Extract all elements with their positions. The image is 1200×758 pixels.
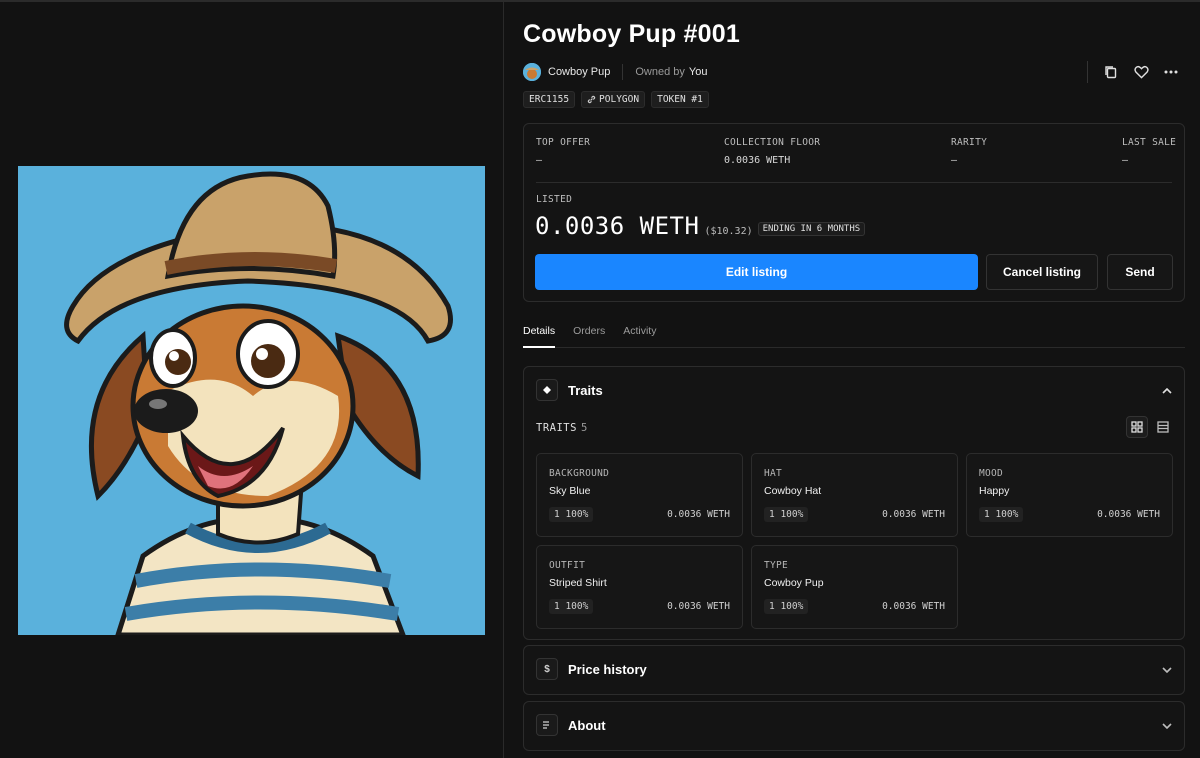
listing-price-row: 0.0036 WETH ($10.32) ENDING IN 6 MONTHS xyxy=(535,212,866,240)
traits-panel-title: Traits xyxy=(568,382,603,398)
detail-tabs: Details Orders Activity xyxy=(523,323,1185,348)
trait-count: 1 100% xyxy=(764,599,809,614)
traits-count: TRAITS 5 xyxy=(536,422,588,434)
trait-count: 1 100% xyxy=(549,507,594,522)
listed-label: LISTED xyxy=(536,194,573,205)
meta-divider xyxy=(622,64,624,80)
tab-details[interactable]: Details xyxy=(523,323,556,348)
chevron-down-icon[interactable] xyxy=(1160,663,1174,677)
listing-card: TOP OFFER – COLLECTION FLOOR 0.0036 WETH… xyxy=(523,123,1185,302)
collection-avatar[interactable] xyxy=(523,63,541,81)
list-view-icon[interactable] xyxy=(1152,416,1174,438)
traits-count-label: TRAITS xyxy=(536,422,577,434)
stat-label: TOP OFFER xyxy=(536,137,591,148)
listing-price: 0.0036 WETH xyxy=(535,212,700,240)
send-button[interactable]: Send xyxy=(1107,254,1173,290)
grid-view-icon[interactable] xyxy=(1126,416,1148,438)
owner-link[interactable]: You xyxy=(689,66,708,78)
chevron-up-icon[interactable] xyxy=(1160,384,1174,398)
trait-value: Cowboy Pup xyxy=(764,577,824,589)
stat-value: – xyxy=(536,155,543,166)
stat-label: COLLECTION FLOOR xyxy=(724,137,821,148)
trait-floor: 0.0036 WETH xyxy=(882,509,945,520)
copy-icon[interactable] xyxy=(1096,60,1126,84)
actions-divider xyxy=(1087,61,1088,83)
diamond-icon xyxy=(536,379,558,401)
token-id-badge: TOKEN #1 xyxy=(651,91,709,108)
stat-value: – xyxy=(1122,155,1129,166)
traits-count-number: 5 xyxy=(580,422,588,434)
link-icon xyxy=(587,95,596,104)
dollar-icon: $ xyxy=(536,658,558,680)
standard-badge: ERC1155 xyxy=(523,91,576,108)
listing-expiry-badge: ENDING IN 6 MONTHS xyxy=(757,222,866,236)
trait-card[interactable]: OUTFIT Striped Shirt 1 100% 0.0036 WETH xyxy=(536,545,743,629)
detail-pane: Cowboy Pup #001 Cowboy Pup Owned by You … xyxy=(505,2,1200,758)
trait-card[interactable]: MOOD Happy 1 100% 0.0036 WETH xyxy=(966,453,1173,537)
trait-value: Sky Blue xyxy=(549,485,591,497)
traits-panel: Traits TRAITS 5 BACKGROUND Sky Blue 1 100… xyxy=(523,366,1185,640)
tab-activity[interactable]: Activity xyxy=(623,323,656,347)
chevron-down-icon[interactable] xyxy=(1160,719,1174,733)
item-meta: Cowboy Pup Owned by You xyxy=(523,62,707,82)
traits-panel-header[interactable]: Traits xyxy=(536,379,603,401)
trait-floor: 0.0036 WETH xyxy=(667,601,730,612)
stat-label: RARITY xyxy=(951,137,988,148)
heart-icon[interactable] xyxy=(1126,60,1156,84)
edit-listing-button[interactable]: Edit listing xyxy=(535,254,978,290)
cancel-listing-button[interactable]: Cancel listing xyxy=(986,254,1098,290)
top-offer-stat: TOP OFFER – xyxy=(536,137,590,166)
trait-floor: 0.0036 WETH xyxy=(667,509,730,520)
listing-price-usd: ($10.32) xyxy=(704,226,753,237)
price-history-header[interactable]: $ Price history xyxy=(536,658,647,680)
collection-floor-stat: COLLECTION FLOOR 0.0036 WETH xyxy=(724,137,820,166)
more-icon[interactable] xyxy=(1156,60,1186,84)
item-actions xyxy=(1087,60,1186,84)
trait-count: 1 100% xyxy=(979,507,1024,522)
cowboy-pup-artwork xyxy=(18,166,485,635)
token-badges: ERC1155 POLYGON TOKEN #1 xyxy=(523,91,709,108)
trait-value: Striped Shirt xyxy=(549,577,607,589)
owned-by-label: Owned by xyxy=(635,66,685,78)
stat-value: – xyxy=(951,155,958,166)
trait-type: TYPE xyxy=(764,560,789,571)
last-sale-stat: LAST SALE – xyxy=(1122,137,1176,166)
trait-type: OUTFIT xyxy=(549,560,586,571)
nft-image[interactable] xyxy=(18,166,485,635)
price-history-title: Price history xyxy=(568,661,647,677)
about-title: About xyxy=(568,717,606,733)
tab-orders[interactable]: Orders xyxy=(573,323,605,347)
stat-value: 0.0036 WETH xyxy=(724,155,791,166)
media-pane xyxy=(0,2,504,758)
trait-count: 1 100% xyxy=(549,599,594,614)
trait-type: BACKGROUND xyxy=(549,468,610,479)
trait-card[interactable]: TYPE Cowboy Pup 1 100% 0.0036 WETH xyxy=(751,545,958,629)
trait-value: Happy xyxy=(979,485,1010,497)
trait-type: HAT xyxy=(764,468,783,479)
rarity-stat: RARITY – xyxy=(951,137,987,166)
trait-card[interactable]: BACKGROUND Sky Blue 1 100% 0.0036 WETH xyxy=(536,453,743,537)
trait-value: Cowboy Hat xyxy=(764,485,822,497)
card-divider xyxy=(536,182,1172,183)
about-panel: About xyxy=(523,701,1185,751)
item-title: Cowboy Pup #001 xyxy=(523,20,740,48)
trait-floor: 0.0036 WETH xyxy=(1097,509,1160,520)
price-history-panel: $ Price history xyxy=(523,645,1185,695)
trait-card[interactable]: HAT Cowboy Hat 1 100% 0.0036 WETH xyxy=(751,453,958,537)
chain-badge[interactable]: POLYGON xyxy=(581,91,646,108)
about-header[interactable]: About xyxy=(536,714,606,736)
document-icon xyxy=(536,714,558,736)
trait-type: MOOD xyxy=(979,468,1004,479)
trait-count: 1 100% xyxy=(764,507,809,522)
trait-floor: 0.0036 WETH xyxy=(882,601,945,612)
collection-link[interactable]: Cowboy Pup xyxy=(548,66,610,78)
stat-label: LAST SALE xyxy=(1122,137,1177,148)
traits-view-toggle xyxy=(1126,416,1174,438)
